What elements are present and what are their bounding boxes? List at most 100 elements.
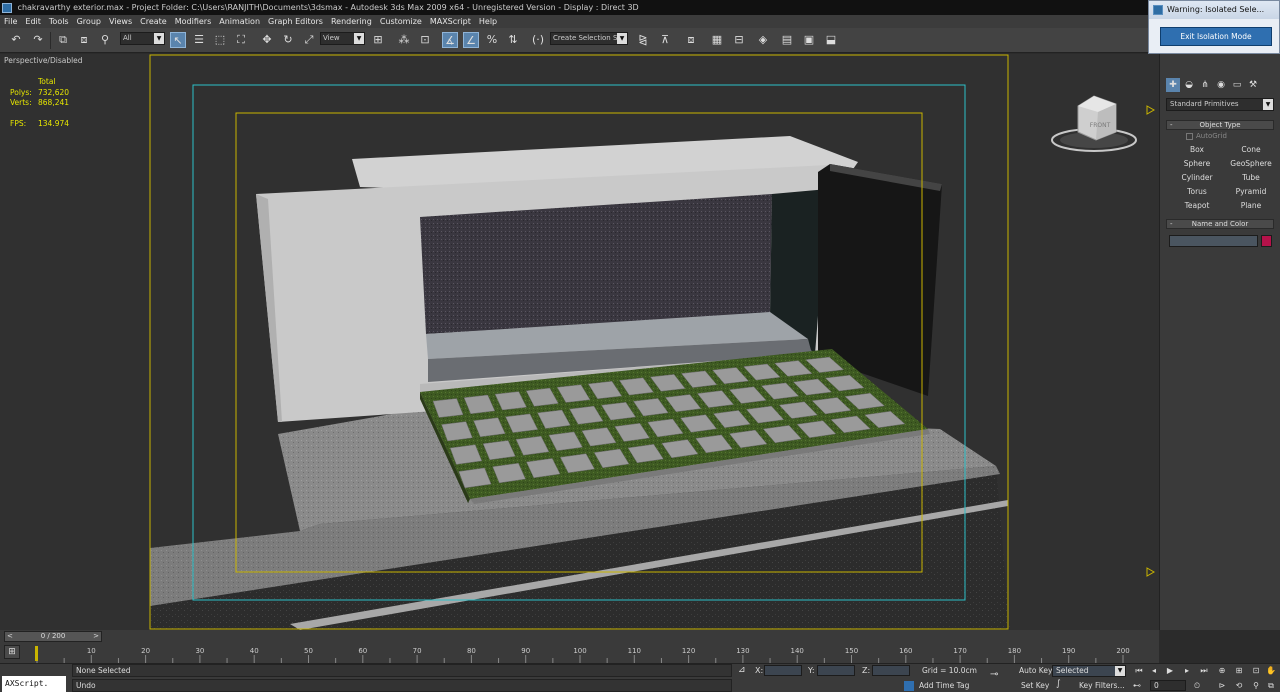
pyramid-button[interactable]: Pyramid bbox=[1226, 185, 1276, 198]
time-slider-thumb[interactable]: < 0 / 200 > bbox=[4, 631, 102, 642]
z-coordinate-input[interactable] bbox=[872, 665, 910, 676]
rotate-icon[interactable]: ↻ bbox=[280, 32, 296, 48]
cylinder-button[interactable]: Cylinder bbox=[1172, 171, 1222, 184]
bind-space-warp-icon[interactable]: ⚲ bbox=[97, 32, 113, 48]
perspective-viewport[interactable]: FRONT Perspective/Disabled Total Polys: 7… bbox=[0, 54, 1159, 630]
render-setup-icon[interactable]: ▤ bbox=[779, 32, 795, 48]
menu-modifiers[interactable]: Modifiers bbox=[175, 17, 212, 26]
snaps-toggle-icon[interactable]: ∡ bbox=[442, 32, 458, 48]
object-color-swatch[interactable] bbox=[1261, 235, 1272, 247]
material-editor-icon[interactable]: ◈ bbox=[755, 32, 771, 48]
set-key-button[interactable]: Set Key bbox=[1021, 681, 1049, 690]
torus-button[interactable]: Torus bbox=[1172, 185, 1222, 198]
menu-graph-editors[interactable]: Graph Editors bbox=[268, 17, 323, 26]
zoom-all-icon[interactable]: ⊞ bbox=[1232, 665, 1246, 677]
unlink-icon[interactable]: ⧈ bbox=[76, 32, 92, 48]
menu-group[interactable]: Group bbox=[77, 17, 101, 26]
maximize-viewport-icon[interactable]: ⧉ bbox=[1264, 680, 1278, 692]
edit-named-selection-icon[interactable]: (·) bbox=[530, 32, 546, 48]
undo-icon[interactable]: ↶ bbox=[8, 32, 24, 48]
menu-rendering[interactable]: Rendering bbox=[331, 17, 372, 26]
auto-key-button[interactable]: Auto Key bbox=[1019, 666, 1052, 675]
quick-render-icon[interactable]: ⬓ bbox=[823, 32, 839, 48]
cone-button[interactable]: Cone bbox=[1226, 143, 1276, 156]
tube-button[interactable]: Tube bbox=[1226, 171, 1276, 184]
menu-tools[interactable]: Tools bbox=[49, 17, 69, 26]
layer-manager-icon[interactable]: ⧈ bbox=[683, 32, 699, 48]
menu-edit[interactable]: Edit bbox=[25, 17, 41, 26]
isolation-warning-title[interactable]: Warning: Isolated Sele... bbox=[1149, 1, 1279, 19]
next-key-icon[interactable]: ▸ bbox=[1180, 665, 1194, 677]
curve-editor-icon[interactable]: ▦ bbox=[709, 32, 725, 48]
x-coordinate-input[interactable] bbox=[764, 665, 802, 676]
menu-file[interactable]: File bbox=[4, 17, 17, 26]
time-configuration-icon[interactable]: ⏲ bbox=[1190, 680, 1204, 692]
primitive-category-dropdown[interactable]: Standard Primitives ▼ bbox=[1166, 98, 1274, 111]
menu-customize[interactable]: Customize bbox=[380, 17, 422, 26]
track-bar[interactable]: 10 20 30 40 50 60 70 80 90 100 110 120 130 140 150 160 1… bbox=[0, 643, 1159, 663]
set-keys-icon[interactable]: ⊸ bbox=[990, 669, 998, 680]
scale-icon[interactable]: ⤢ bbox=[301, 32, 317, 48]
selection-filter-dropdown[interactable]: All ▼ bbox=[120, 32, 165, 45]
spinner-snap-icon[interactable]: ⇅ bbox=[505, 32, 521, 48]
time-slider[interactable]: < 0 / 200 > bbox=[0, 630, 1159, 643]
rectangular-selection-icon[interactable]: ⬚ bbox=[212, 32, 228, 48]
redo-icon[interactable]: ↷ bbox=[30, 32, 46, 48]
previous-key-icon[interactable]: ◂ bbox=[1147, 665, 1161, 677]
rendered-frame-window-icon[interactable]: ▣ bbox=[801, 32, 817, 48]
pivot-center-icon[interactable]: ⊞ bbox=[370, 32, 386, 48]
maxscript-listener-input[interactable]: AXScript. bbox=[2, 676, 66, 692]
menu-create[interactable]: Create bbox=[140, 17, 167, 26]
y-coordinate-input[interactable] bbox=[817, 665, 855, 676]
geosphere-button[interactable]: GeoSphere bbox=[1226, 157, 1276, 170]
exit-isolation-mode-button[interactable]: Exit Isolation Mode bbox=[1160, 27, 1272, 46]
field-of-view-icon[interactable]: ⊳ bbox=[1215, 680, 1229, 692]
plane-button[interactable]: Plane bbox=[1226, 199, 1276, 212]
sphere-button[interactable]: Sphere bbox=[1172, 157, 1222, 170]
menu-animation[interactable]: Animation bbox=[219, 17, 260, 26]
object-type-rollout[interactable]: - Object Type bbox=[1166, 120, 1274, 130]
next-frame-icon[interactable]: > bbox=[93, 632, 99, 641]
select-manipulate-icon[interactable]: ⁂ bbox=[396, 32, 412, 48]
zoom-icon[interactable]: ⊕ bbox=[1215, 665, 1229, 677]
select-by-name-icon[interactable]: ☰ bbox=[191, 32, 207, 48]
play-icon[interactable]: ▶ bbox=[1163, 665, 1177, 677]
previous-frame-icon[interactable]: < bbox=[7, 632, 13, 641]
maximize-toggle-icon[interactable]: ⊡ bbox=[1249, 665, 1263, 677]
select-and-link-icon[interactable]: ⧉ bbox=[55, 32, 71, 48]
move-icon[interactable]: ✥ bbox=[259, 32, 275, 48]
key-selection-dropdown[interactable]: Selected ▼ bbox=[1052, 665, 1126, 677]
key-filters-button[interactable]: Key Filters... bbox=[1079, 681, 1125, 690]
menu-maxscript[interactable]: MAXScript bbox=[430, 17, 471, 26]
window-crossing-icon[interactable]: ⛶ bbox=[233, 32, 249, 48]
keyboard-shortcut-override-icon[interactable]: ⊡ bbox=[417, 32, 433, 48]
percent-snap-icon[interactable]: % bbox=[484, 32, 500, 48]
mirror-icon[interactable]: ⧎ bbox=[635, 32, 651, 48]
autogrid-checkbox[interactable]: AutoGrid bbox=[1186, 132, 1227, 140]
open-mini-curve-editor-icon[interactable]: ⊞ bbox=[4, 645, 20, 659]
reference-coordinate-dropdown[interactable]: View ▼ bbox=[320, 32, 365, 45]
walk-through-icon[interactable]: ⚲ bbox=[1249, 680, 1263, 692]
align-icon[interactable]: ⊼ bbox=[657, 32, 673, 48]
menu-views[interactable]: Views bbox=[109, 17, 132, 26]
go-to-end-icon[interactable]: ⏭ bbox=[1197, 665, 1211, 677]
key-mode-toggle-icon[interactable]: ⊷ bbox=[1130, 680, 1144, 692]
go-to-start-icon[interactable]: ⏮ bbox=[1132, 665, 1146, 677]
object-name-input[interactable] bbox=[1169, 235, 1258, 247]
selection-lock-icon[interactable]: ⊿ bbox=[738, 665, 746, 675]
menu-help[interactable]: Help bbox=[479, 17, 497, 26]
name-and-color-rollout[interactable]: - Name and Color bbox=[1166, 219, 1274, 229]
current-frame-input[interactable]: 0 bbox=[1150, 680, 1186, 691]
add-time-tag-button[interactable]: Add Time Tag bbox=[904, 681, 969, 691]
app-icon[interactable] bbox=[2, 2, 12, 13]
named-selection-dropdown[interactable]: Create Selection Se ▼ bbox=[550, 32, 628, 45]
select-object-icon[interactable]: ↖ bbox=[170, 32, 186, 48]
pan-icon[interactable]: ✋ bbox=[1264, 665, 1278, 677]
teapot-button[interactable]: Teapot bbox=[1172, 199, 1222, 212]
orbit-icon[interactable]: ⟲ bbox=[1232, 680, 1246, 692]
key-mode-icon[interactable]: ∫ bbox=[1056, 679, 1061, 689]
box-button[interactable]: Box bbox=[1172, 143, 1222, 156]
viewport-label[interactable]: Perspective/Disabled bbox=[4, 56, 83, 65]
schematic-view-icon[interactable]: ⊟ bbox=[731, 32, 747, 48]
angle-snap-icon[interactable]: ∠ bbox=[463, 32, 479, 48]
